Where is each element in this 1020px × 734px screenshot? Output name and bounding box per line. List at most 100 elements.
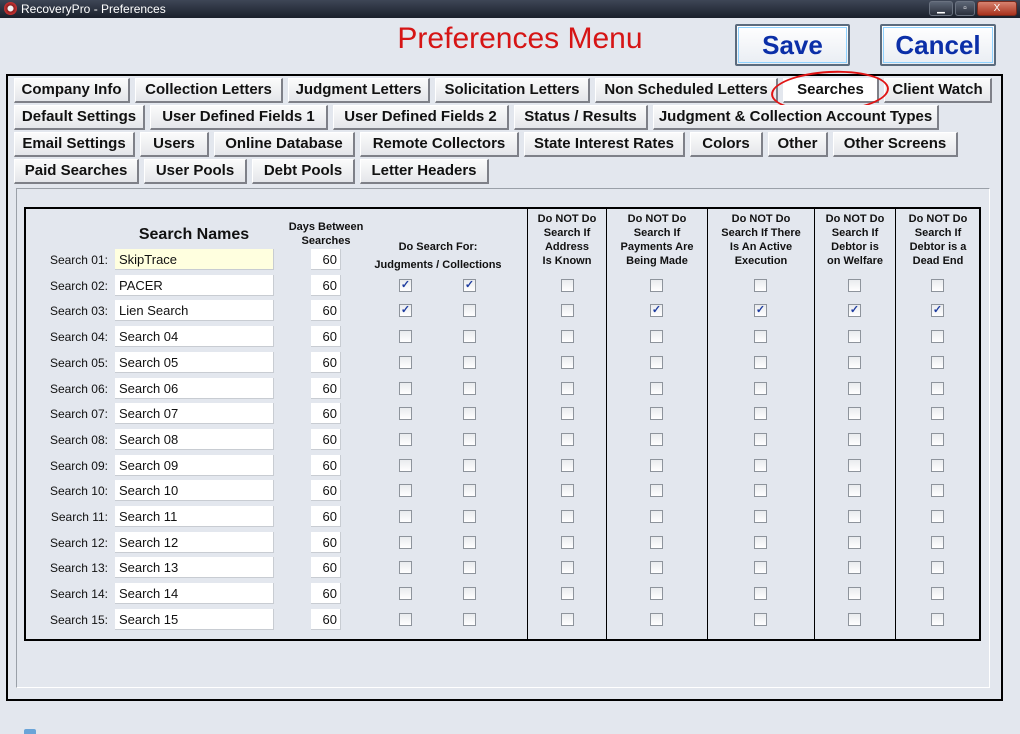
address-known-checkbox[interactable] xyxy=(561,330,574,343)
payments-made-checkbox[interactable] xyxy=(650,459,663,472)
judgments-checkbox[interactable]: ✓ xyxy=(399,279,412,292)
tab-user-defined-fields-1[interactable]: User Defined Fields 1 xyxy=(150,105,328,130)
on-welfare-checkbox[interactable] xyxy=(848,561,861,574)
judgments-checkbox[interactable] xyxy=(399,330,412,343)
tab-user-defined-fields-2[interactable]: User Defined Fields 2 xyxy=(333,105,509,130)
judgments-checkbox[interactable]: ✓ xyxy=(399,304,412,317)
save-button[interactable]: Save xyxy=(735,24,850,66)
dead-end-checkbox[interactable]: ✓ xyxy=(931,304,944,317)
payments-made-checkbox[interactable] xyxy=(650,561,663,574)
days-between-input[interactable]: 60 xyxy=(311,480,341,501)
search-name-input[interactable]: Search 13 xyxy=(115,557,274,578)
address-known-checkbox[interactable] xyxy=(561,561,574,574)
search-name-input[interactable]: Search 07 xyxy=(115,403,274,424)
payments-made-checkbox[interactable] xyxy=(650,382,663,395)
address-known-checkbox[interactable] xyxy=(561,407,574,420)
payments-made-checkbox[interactable] xyxy=(650,279,663,292)
on-welfare-checkbox[interactable] xyxy=(848,536,861,549)
days-between-input[interactable]: 60 xyxy=(311,557,341,578)
active-execution-checkbox[interactable]: ✓ xyxy=(754,304,767,317)
days-between-input[interactable]: 60 xyxy=(311,378,341,399)
payments-made-checkbox[interactable] xyxy=(650,330,663,343)
days-between-input[interactable]: 60 xyxy=(311,506,341,527)
days-between-input[interactable]: 60 xyxy=(311,583,341,604)
dead-end-checkbox[interactable] xyxy=(931,279,944,292)
on-welfare-checkbox[interactable] xyxy=(848,279,861,292)
active-execution-checkbox[interactable] xyxy=(754,356,767,369)
judgments-checkbox[interactable] xyxy=(399,407,412,420)
active-execution-checkbox[interactable] xyxy=(754,330,767,343)
dead-end-checkbox[interactable] xyxy=(931,459,944,472)
tab-user-pools[interactable]: User Pools xyxy=(144,159,247,184)
active-execution-checkbox[interactable] xyxy=(754,561,767,574)
search-name-input[interactable]: SkipTrace xyxy=(115,249,274,270)
on-welfare-checkbox[interactable] xyxy=(848,330,861,343)
tab-paid-searches[interactable]: Paid Searches xyxy=(14,159,139,184)
judgments-checkbox[interactable] xyxy=(399,484,412,497)
tab-state-interest-rates[interactable]: State Interest Rates xyxy=(524,132,685,157)
collections-checkbox[interactable] xyxy=(463,433,476,446)
address-known-checkbox[interactable] xyxy=(561,536,574,549)
tab-online-database[interactable]: Online Database xyxy=(214,132,355,157)
tab-debt-pools[interactable]: Debt Pools xyxy=(252,159,355,184)
tab-colors[interactable]: Colors xyxy=(690,132,763,157)
search-name-input[interactable]: PACER xyxy=(115,275,274,296)
address-known-checkbox[interactable] xyxy=(561,382,574,395)
active-execution-checkbox[interactable] xyxy=(754,433,767,446)
on-welfare-checkbox[interactable] xyxy=(848,407,861,420)
active-execution-checkbox[interactable] xyxy=(754,587,767,600)
judgments-checkbox[interactable] xyxy=(399,433,412,446)
collections-checkbox[interactable] xyxy=(463,561,476,574)
payments-made-checkbox[interactable] xyxy=(650,613,663,626)
cancel-button[interactable]: Cancel xyxy=(880,24,996,66)
active-execution-checkbox[interactable] xyxy=(754,407,767,420)
dead-end-checkbox[interactable] xyxy=(931,382,944,395)
search-name-input[interactable]: Search 09 xyxy=(115,455,274,476)
active-execution-checkbox[interactable] xyxy=(754,510,767,523)
dead-end-checkbox[interactable] xyxy=(931,536,944,549)
tab-collection-letters[interactable]: Collection Letters xyxy=(135,78,283,103)
judgments-checkbox[interactable] xyxy=(399,613,412,626)
address-known-checkbox[interactable] xyxy=(561,304,574,317)
dead-end-checkbox[interactable] xyxy=(931,561,944,574)
dead-end-checkbox[interactable] xyxy=(931,356,944,369)
judgments-checkbox[interactable] xyxy=(399,356,412,369)
collections-checkbox[interactable] xyxy=(463,510,476,523)
dead-end-checkbox[interactable] xyxy=(931,613,944,626)
collections-checkbox[interactable] xyxy=(463,356,476,369)
on-welfare-checkbox[interactable] xyxy=(848,356,861,369)
on-welfare-checkbox[interactable] xyxy=(848,613,861,626)
judgments-checkbox[interactable] xyxy=(399,459,412,472)
tab-client-watch[interactable]: Client Watch xyxy=(884,78,992,103)
on-welfare-checkbox[interactable] xyxy=(848,510,861,523)
address-known-checkbox[interactable] xyxy=(561,587,574,600)
days-between-input[interactable]: 60 xyxy=(311,455,341,476)
active-execution-checkbox[interactable] xyxy=(754,382,767,395)
days-between-input[interactable]: 60 xyxy=(311,532,341,553)
days-between-input[interactable]: 60 xyxy=(311,326,341,347)
dead-end-checkbox[interactable] xyxy=(931,407,944,420)
active-execution-checkbox[interactable] xyxy=(754,484,767,497)
payments-made-checkbox[interactable] xyxy=(650,407,663,420)
payments-made-checkbox[interactable] xyxy=(650,536,663,549)
search-name-input[interactable]: Search 15 xyxy=(115,609,274,630)
collections-checkbox[interactable] xyxy=(463,330,476,343)
on-welfare-checkbox[interactable] xyxy=(848,484,861,497)
active-execution-checkbox[interactable] xyxy=(754,279,767,292)
collections-checkbox[interactable] xyxy=(463,587,476,600)
payments-made-checkbox[interactable] xyxy=(650,484,663,497)
days-between-input[interactable]: 60 xyxy=(311,352,341,373)
dead-end-checkbox[interactable] xyxy=(931,433,944,446)
tab-default-settings[interactable]: Default Settings xyxy=(14,105,145,130)
tab-judgment-letters[interactable]: Judgment Letters xyxy=(288,78,430,103)
search-name-input[interactable]: Search 04 xyxy=(115,326,274,347)
collections-checkbox[interactable] xyxy=(463,536,476,549)
tab-solicitation-letters[interactable]: Solicitation Letters xyxy=(435,78,590,103)
on-welfare-checkbox[interactable] xyxy=(848,433,861,446)
search-name-input[interactable]: Search 05 xyxy=(115,352,274,373)
dead-end-checkbox[interactable] xyxy=(931,510,944,523)
maximize-icon[interactable]: ▫ xyxy=(955,1,975,16)
dead-end-checkbox[interactable] xyxy=(931,484,944,497)
days-between-input[interactable]: 60 xyxy=(311,300,341,321)
judgments-checkbox[interactable] xyxy=(399,587,412,600)
